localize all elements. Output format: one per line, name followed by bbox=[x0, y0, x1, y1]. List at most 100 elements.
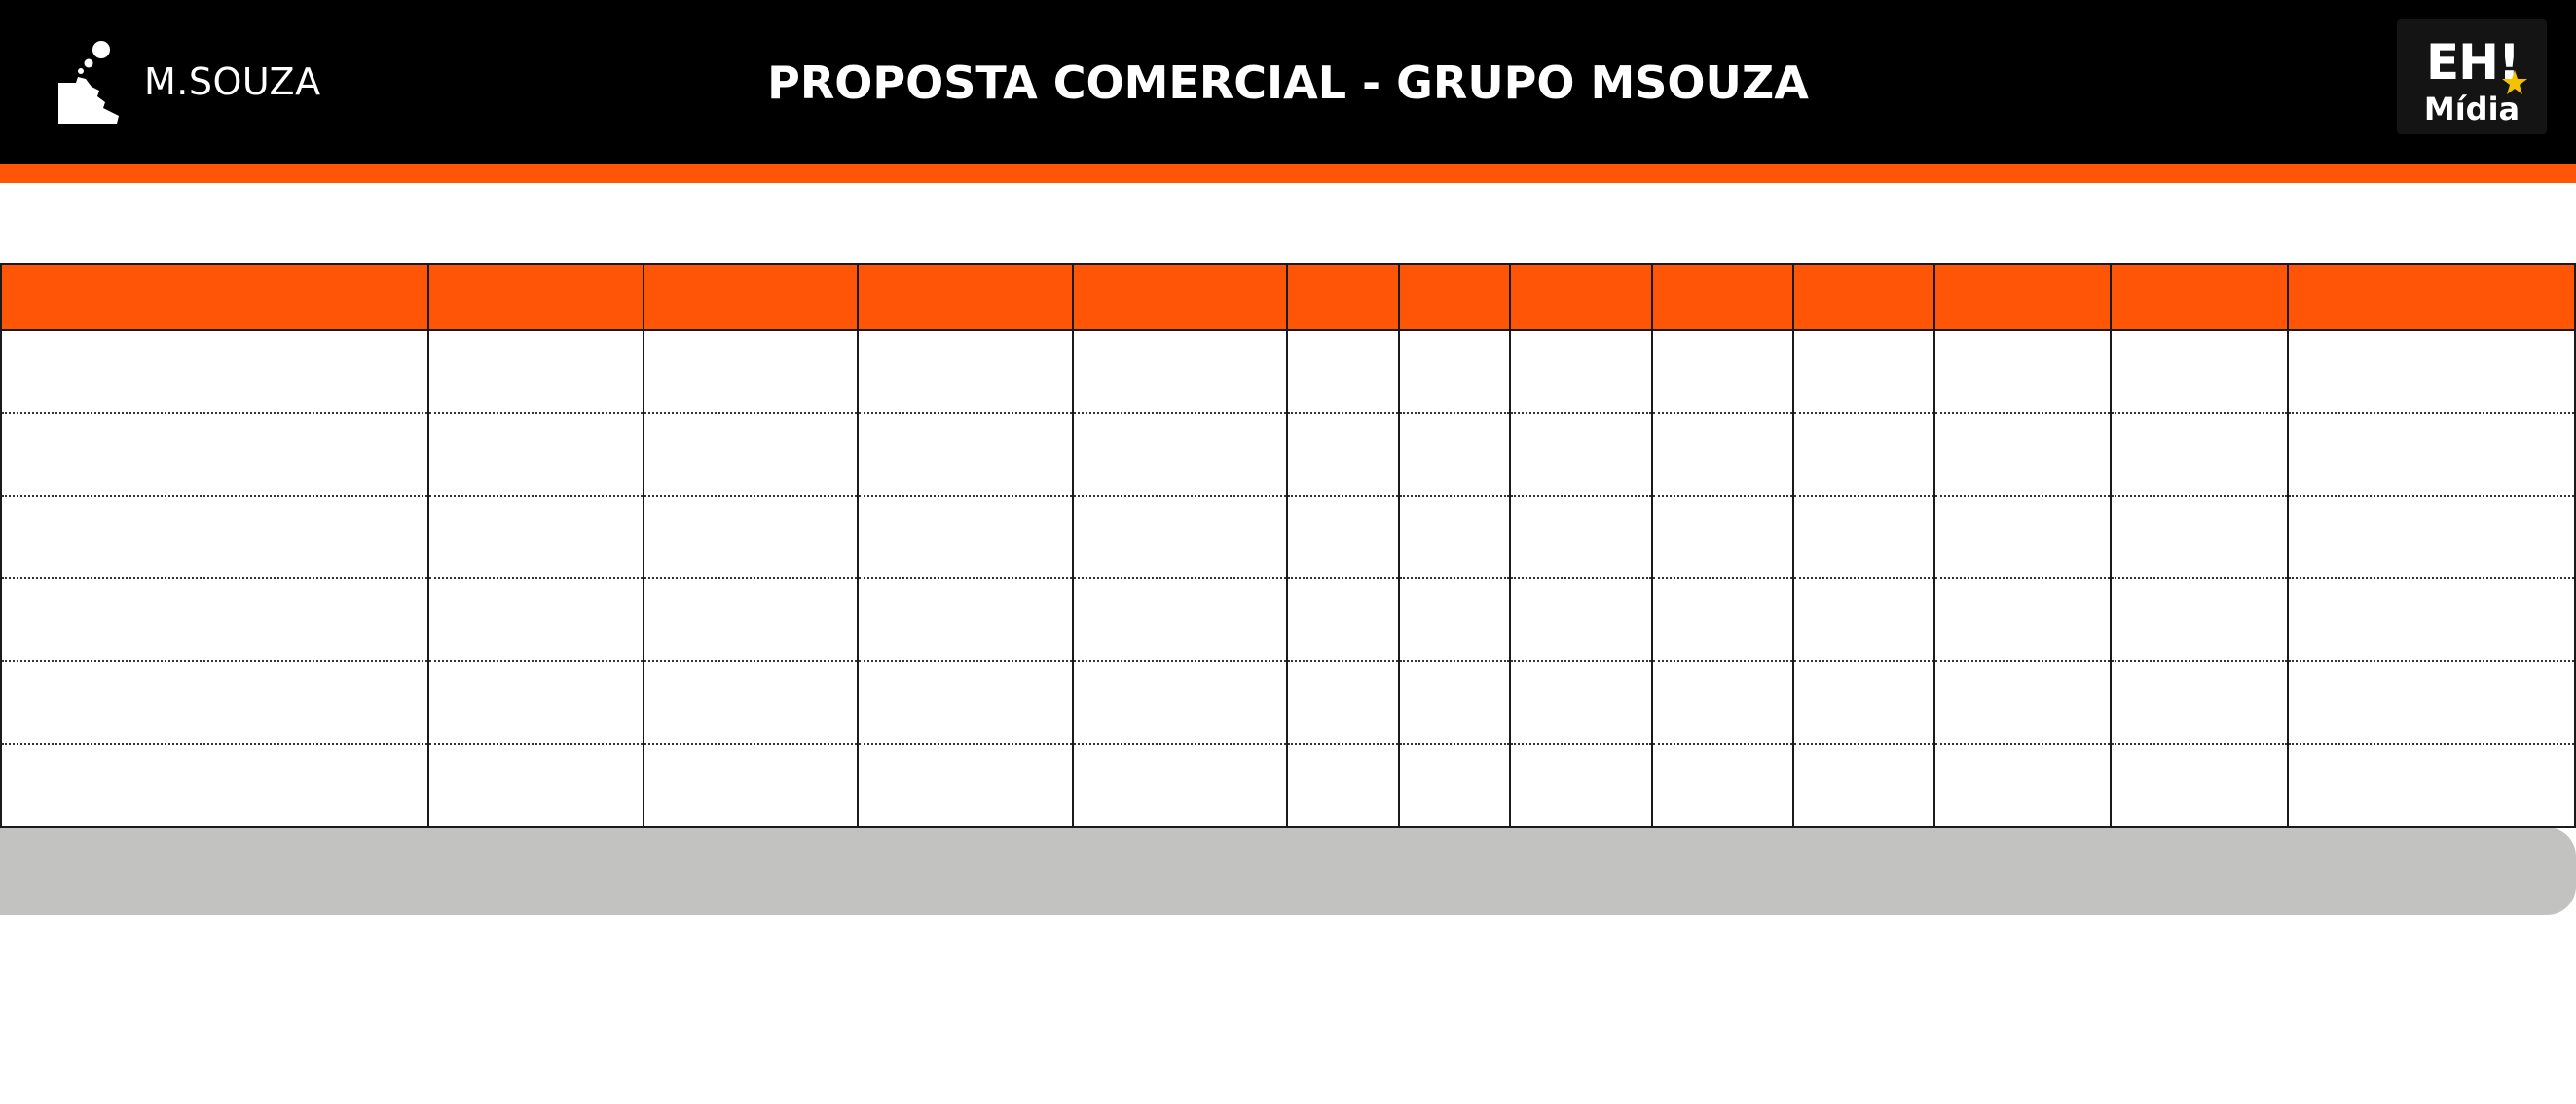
table-cell[interactable] bbox=[2110, 412, 2289, 497]
table-body bbox=[0, 329, 2576, 828]
table-cell[interactable] bbox=[857, 660, 1074, 745]
column-header bbox=[2110, 263, 2289, 331]
table-cell[interactable] bbox=[1509, 577, 1653, 662]
table-cell[interactable] bbox=[1792, 495, 1935, 579]
table-cell[interactable] bbox=[1286, 577, 1400, 662]
table-cell[interactable] bbox=[427, 577, 644, 662]
table-cell[interactable] bbox=[1792, 577, 1935, 662]
page-title: PROPOSTA COMERCIAL - GRUPO MSOUZA bbox=[767, 56, 1809, 109]
table-cell[interactable] bbox=[643, 329, 859, 414]
column-header bbox=[643, 263, 859, 331]
table-cell[interactable] bbox=[2110, 660, 2289, 745]
table-cell[interactable] bbox=[2110, 495, 2289, 579]
table-cell[interactable] bbox=[2287, 412, 2576, 497]
column-header bbox=[427, 263, 644, 331]
table-cell[interactable] bbox=[1651, 743, 1794, 828]
table-cell[interactable] bbox=[2110, 743, 2289, 828]
table-cell[interactable] bbox=[857, 412, 1074, 497]
table-cell[interactable] bbox=[1792, 329, 1935, 414]
table-cell[interactable] bbox=[857, 743, 1074, 828]
table-cell[interactable] bbox=[1509, 412, 1653, 497]
column-header bbox=[2287, 263, 2576, 331]
table-cell[interactable] bbox=[1286, 329, 1400, 414]
table-cell[interactable] bbox=[0, 743, 429, 828]
table-cell[interactable] bbox=[643, 412, 859, 497]
table-cell[interactable] bbox=[427, 412, 644, 497]
table-cell[interactable] bbox=[857, 577, 1074, 662]
table-cell[interactable] bbox=[1651, 495, 1794, 579]
table-row bbox=[0, 329, 2576, 414]
table-cell[interactable] bbox=[1792, 660, 1935, 745]
table-cell[interactable] bbox=[0, 495, 429, 579]
table-cell[interactable] bbox=[1933, 743, 2112, 828]
footer-summary-bar bbox=[0, 828, 2576, 915]
table-cell[interactable] bbox=[643, 660, 859, 745]
proposal-page: M.SOUZA PROPOSTA COMERCIAL - GRUPO MSOUZ… bbox=[0, 0, 2576, 1104]
table-cell[interactable] bbox=[0, 329, 429, 414]
table-cell[interactable] bbox=[1509, 495, 1653, 579]
table-cell[interactable] bbox=[1933, 577, 2112, 662]
table-cell[interactable] bbox=[1398, 495, 1511, 579]
table-cell[interactable] bbox=[0, 660, 429, 745]
table-cell[interactable] bbox=[1072, 577, 1288, 662]
table-cell[interactable] bbox=[2110, 329, 2289, 414]
table-cell[interactable] bbox=[427, 743, 644, 828]
table-row bbox=[0, 660, 2576, 745]
table-cell[interactable] bbox=[1933, 495, 2112, 579]
table-cell[interactable] bbox=[1792, 743, 1935, 828]
table-cell[interactable] bbox=[2287, 660, 2576, 745]
table-cell[interactable] bbox=[1398, 329, 1511, 414]
table-cell[interactable] bbox=[643, 743, 859, 828]
partner-logo-line2: Mídia bbox=[2423, 91, 2521, 128]
table-cell[interactable] bbox=[1286, 412, 1400, 497]
table-cell[interactable] bbox=[1651, 660, 1794, 745]
table-cell[interactable] bbox=[1509, 743, 1653, 828]
column-header bbox=[1398, 263, 1511, 331]
table-cell[interactable] bbox=[1072, 329, 1288, 414]
table-row bbox=[0, 577, 2576, 662]
table-cell[interactable] bbox=[1933, 412, 2112, 497]
table-cell[interactable] bbox=[643, 495, 859, 579]
table-cell[interactable] bbox=[2287, 743, 2576, 828]
table-cell[interactable] bbox=[1398, 412, 1511, 497]
table-cell[interactable] bbox=[1509, 660, 1653, 745]
table-cell[interactable] bbox=[427, 495, 644, 579]
proposal-table bbox=[0, 263, 2576, 828]
table-cell[interactable] bbox=[1651, 412, 1794, 497]
table-cell[interactable] bbox=[1398, 660, 1511, 745]
table-cell[interactable] bbox=[1286, 743, 1400, 828]
table-cell[interactable] bbox=[2287, 495, 2576, 579]
table-cell[interactable] bbox=[1933, 660, 2112, 745]
table-cell[interactable] bbox=[1072, 660, 1288, 745]
column-header bbox=[1072, 263, 1288, 331]
table-cell[interactable] bbox=[1792, 412, 1935, 497]
table-cell[interactable] bbox=[643, 577, 859, 662]
column-header bbox=[1792, 263, 1935, 331]
table-cell[interactable] bbox=[427, 329, 644, 414]
table-cell[interactable] bbox=[857, 329, 1074, 414]
table-header-row bbox=[0, 263, 2576, 331]
table-cell[interactable] bbox=[0, 577, 429, 662]
table-cell[interactable] bbox=[1651, 577, 1794, 662]
table-cell[interactable] bbox=[2110, 577, 2289, 662]
table-cell[interactable] bbox=[1509, 329, 1653, 414]
table-cell[interactable] bbox=[1072, 495, 1288, 579]
table-cell[interactable] bbox=[1398, 743, 1511, 828]
table-cell[interactable] bbox=[1072, 412, 1288, 497]
table-cell[interactable] bbox=[1398, 577, 1511, 662]
table-cell[interactable] bbox=[1933, 329, 2112, 414]
table-cell[interactable] bbox=[1072, 743, 1288, 828]
table-cell[interactable] bbox=[1651, 329, 1794, 414]
column-header bbox=[1286, 263, 1400, 331]
table-cell[interactable] bbox=[0, 412, 429, 497]
column-header bbox=[857, 263, 1074, 331]
proposal-table-container bbox=[0, 263, 2576, 828]
table-cell[interactable] bbox=[2287, 577, 2576, 662]
table-row bbox=[0, 743, 2576, 828]
table-cell[interactable] bbox=[857, 495, 1074, 579]
table-cell[interactable] bbox=[1286, 495, 1400, 579]
table-cell[interactable] bbox=[1286, 660, 1400, 745]
column-header bbox=[1651, 263, 1794, 331]
table-cell[interactable] bbox=[2287, 329, 2576, 414]
table-cell[interactable] bbox=[427, 660, 644, 745]
